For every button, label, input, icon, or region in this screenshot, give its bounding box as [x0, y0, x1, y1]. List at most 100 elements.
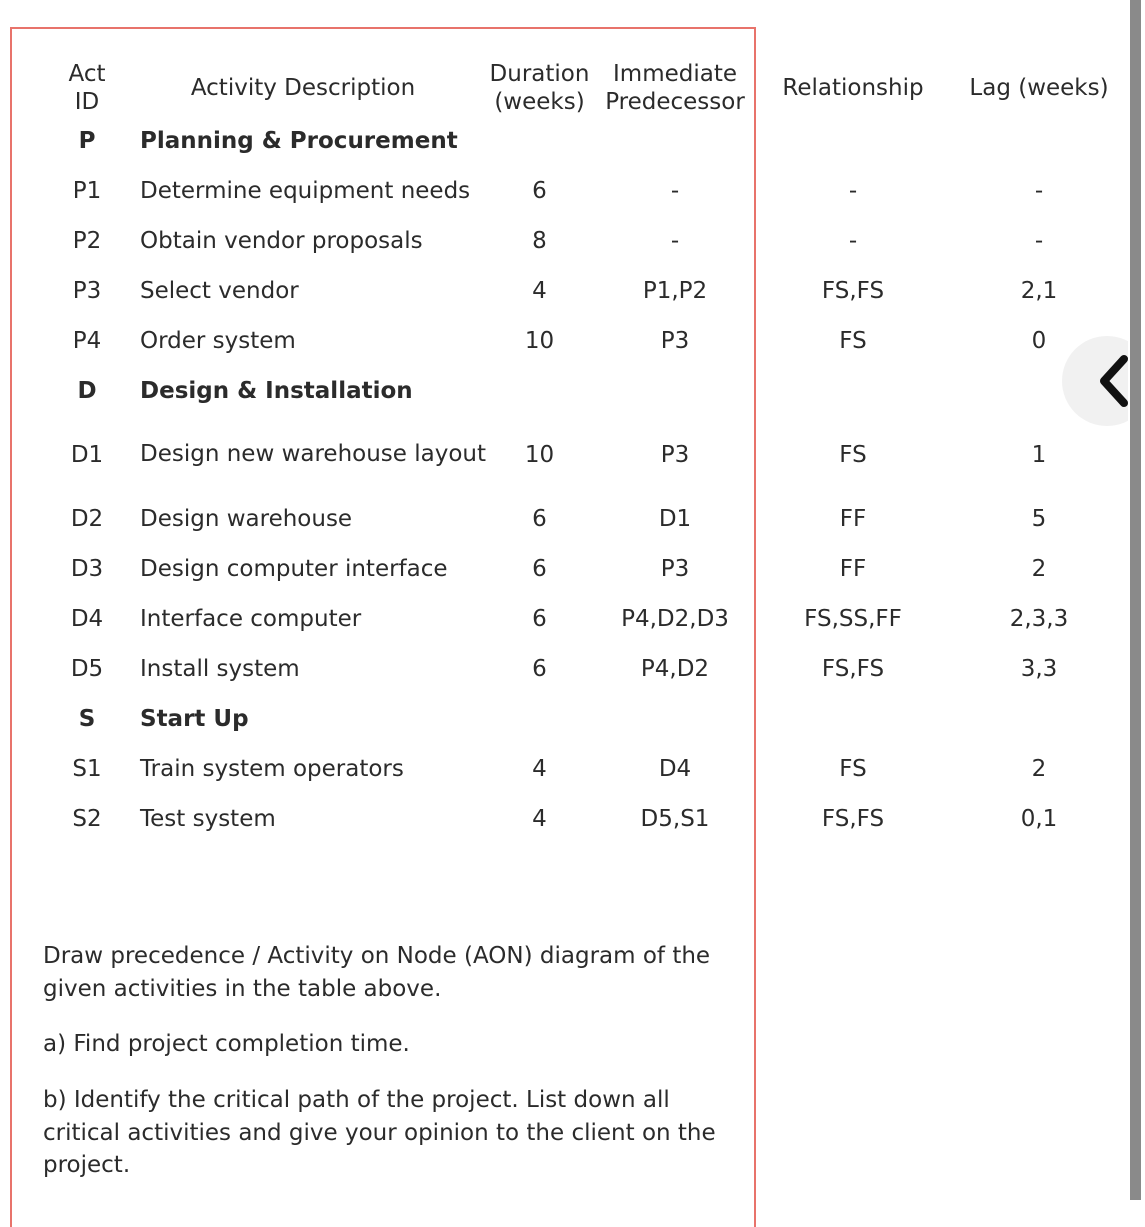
cell-lag: 2	[1031, 556, 1047, 583]
cell-relationship: FS	[839, 756, 867, 783]
table-row: D5 Install system 6 P4,D2 FS,FS 3,3	[56, 644, 1131, 694]
cell-duration: 6	[532, 656, 547, 683]
cell-relationship: FS,FS	[821, 278, 885, 305]
header-act-id: Act ID	[56, 60, 118, 116]
cell-predecessor: P3	[660, 442, 690, 469]
cell-act-id: P	[78, 128, 96, 155]
cell-act-id: D3	[70, 556, 104, 583]
cell-description: Design & Installation	[140, 378, 413, 405]
cell-relationship: FF	[839, 556, 867, 583]
cell-act-id: S	[78, 706, 96, 733]
cell-description: Obtain vendor proposals	[140, 228, 423, 255]
table-group-row: D Design & Installation	[56, 366, 1131, 416]
cell-act-id: D	[77, 378, 97, 405]
cell-duration	[488, 694, 591, 744]
cell-relationship: FS,FS	[821, 656, 885, 683]
cell-predecessor: D4	[658, 756, 692, 783]
page-content: Act ID Activity Description Duration (we…	[0, 0, 1128, 1200]
cell-act-id: P4	[72, 328, 102, 355]
cell-description: Design new warehouse layout	[140, 441, 487, 468]
cell-duration	[488, 116, 591, 166]
cell-duration: 10	[524, 328, 555, 355]
cell-predecessor: -	[670, 228, 680, 255]
cell-relationship	[759, 116, 947, 166]
cell-act-id: D5	[70, 656, 104, 683]
cell-act-id: S2	[72, 806, 102, 833]
cell-lag: 5	[1031, 506, 1047, 533]
cell-predecessor	[591, 366, 759, 416]
cell-duration: 6	[532, 556, 547, 583]
header-act-id-line2: ID	[74, 89, 100, 116]
question-intro: Draw precedence / Activity on Node (AON)…	[43, 943, 711, 1002]
cell-predecessor: P4,D2,D3	[621, 606, 729, 633]
cell-lag	[947, 694, 1131, 744]
chevron-left-icon	[1083, 354, 1131, 408]
cell-relationship: FS,FS	[821, 806, 885, 833]
table-row: D1 Design new warehouse layout 10 P3 FS 1	[56, 416, 1131, 494]
cell-lag: 2	[1031, 756, 1047, 783]
header-row: Act ID Activity Description Duration (we…	[56, 60, 1131, 116]
question-part-a: a) Find project completion time.	[43, 1031, 410, 1058]
cell-description: Train system operators	[140, 756, 404, 783]
table-row: P3 Select vendor 4 P1,P2 FS,FS 2,1	[56, 266, 1131, 316]
cell-duration: 4	[532, 756, 547, 783]
vertical-scrollbar-thumb[interactable]	[1130, 0, 1141, 1200]
cell-predecessor: -	[670, 178, 680, 205]
header-lag: Lag (weeks)	[969, 75, 1109, 102]
cell-relationship: -	[848, 178, 858, 205]
cell-lag: 2,1	[1020, 278, 1058, 305]
cell-predecessor: P3	[660, 328, 690, 355]
cell-act-id: P3	[72, 278, 102, 305]
cell-predecessor: P1,P2	[642, 278, 708, 305]
cell-lag	[947, 116, 1131, 166]
cell-duration: 4	[532, 806, 547, 833]
cell-predecessor: P4,D2	[640, 656, 710, 683]
header-activity-description: Activity Description	[190, 75, 416, 102]
header-duration-line2: (weeks)	[494, 89, 585, 116]
cell-description: Determine equipment needs	[140, 178, 471, 205]
table-body: P Planning & Procurement P1 Determine equip…	[56, 116, 1131, 844]
cell-duration	[488, 366, 591, 416]
table-row: D3 Design computer interface 6 P3 FF 2	[56, 544, 1131, 594]
table-row: P2 Obtain vendor proposals 8 - - -	[56, 216, 1131, 266]
table-group-row: P Planning & Procurement	[56, 116, 1131, 166]
header-duration-line1: Duration	[489, 61, 590, 87]
cell-act-id: S1	[72, 756, 102, 783]
table-group-row: S Start Up	[56, 694, 1131, 744]
cell-lag: 0,1	[1020, 806, 1058, 833]
cell-lag: 3,3	[1020, 656, 1058, 683]
header-immediate-predecessor: Immediate Predecessor	[591, 60, 759, 116]
cell-act-id: D1	[70, 442, 104, 469]
cell-predecessor	[591, 116, 759, 166]
cell-description: Order system	[140, 328, 296, 355]
cell-description: Design computer interface	[140, 556, 448, 583]
table-row: D2 Design warehouse 6 D1 FF 5	[56, 494, 1131, 544]
cell-description: Start Up	[140, 706, 249, 733]
header-predecessor-line1: Immediate	[613, 61, 737, 87]
cell-duration: 6	[532, 506, 547, 533]
table-row: S2 Test system 4 D5,S1 FS,FS 0,1	[56, 794, 1131, 844]
cell-duration: 6	[532, 606, 547, 633]
table-row: P4 Order system 10 P3 FS 0	[56, 316, 1131, 366]
cell-duration: 6	[532, 178, 547, 205]
question-part-b: b) Identify the critical path of the pro…	[43, 1086, 716, 1179]
cell-description: Install system	[140, 656, 300, 683]
cell-predecessor: P3	[660, 556, 690, 583]
header-act-id-line1: Act	[68, 61, 106, 87]
cell-act-id: D4	[70, 606, 104, 633]
cell-relationship: FF	[839, 506, 867, 533]
cell-relationship	[759, 694, 947, 744]
table-row: P1 Determine equipment needs 6 - - -	[56, 166, 1131, 216]
header-predecessor-line2: Predecessor	[605, 89, 745, 116]
cell-predecessor: D1	[658, 506, 692, 533]
activity-table: Act ID Activity Description Duration (we…	[56, 60, 1131, 844]
cell-predecessor	[591, 694, 759, 744]
cell-lag: -	[1034, 228, 1044, 255]
cell-lag: 2,3,3	[1009, 606, 1069, 633]
cell-act-id: P1	[72, 178, 102, 205]
cell-relationship: -	[848, 228, 858, 255]
table-header: Act ID Activity Description Duration (we…	[56, 60, 1131, 116]
cell-description: Planning & Procurement	[140, 128, 458, 155]
vertical-scrollbar-track[interactable]	[1128, 0, 1145, 1200]
cell-relationship: FS	[839, 442, 867, 469]
